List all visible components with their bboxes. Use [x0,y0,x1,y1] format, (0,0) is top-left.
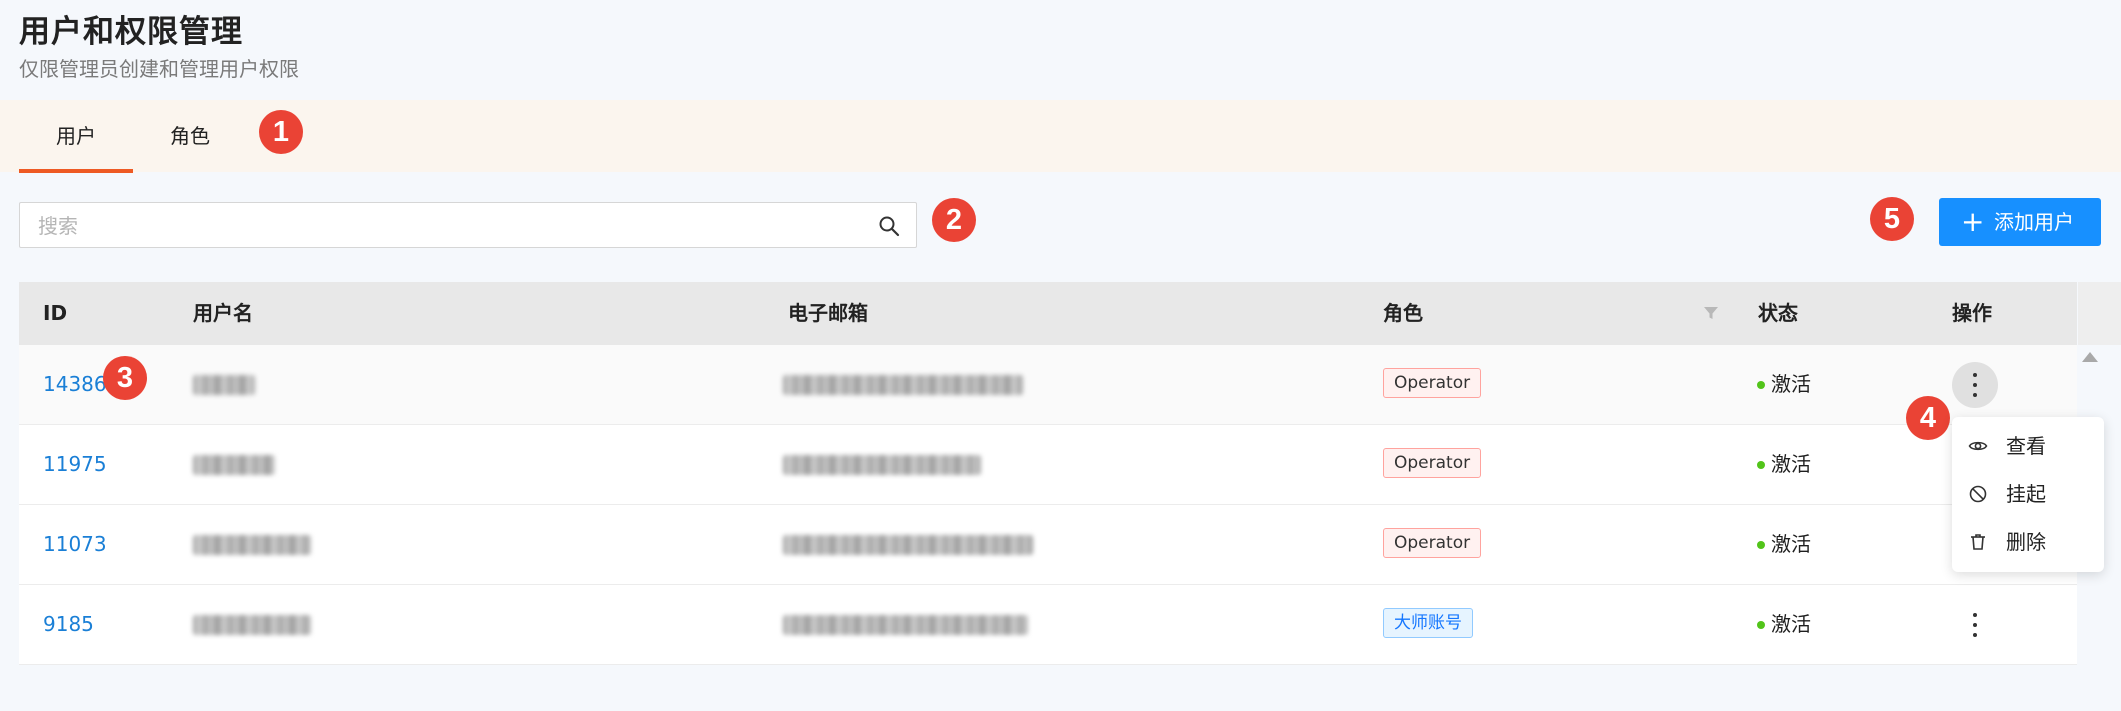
menu-item-suspend[interactable]: 挂起 [1952,471,2104,517]
menu-item-view[interactable]: 查看 [1952,423,2104,469]
plus-icon: + [1961,205,1985,238]
annotation-badge-5: 5 [1870,197,1914,241]
ban-icon [1969,485,1987,503]
user-id-link[interactable]: 14386 [43,345,107,424]
add-user-button[interactable]: + 添加用户 [1939,198,2101,246]
annotation-badge-2: 2 [932,198,976,242]
status-label: 激活 [1771,372,1811,396]
status-dot-icon [1757,381,1765,389]
filter-icon[interactable] [1703,305,1719,321]
table-row: 14386 Operator 激活 [19,345,2077,425]
trash-icon [1971,534,1985,550]
column-header-id: ID [43,301,68,325]
email-redacted [783,535,1033,555]
tab-users[interactable]: 用户 [19,100,133,172]
user-id-link[interactable]: 9185 [43,585,94,664]
role-tag: Operator [1383,448,1482,478]
menu-item-delete[interactable]: 删除 [1952,519,2104,565]
username-redacted [193,455,275,475]
username-redacted [193,535,311,555]
tab-roles[interactable]: 角色 [133,100,247,172]
eye-icon [1968,441,1988,451]
page-title: 用户和权限管理 [19,14,243,50]
column-header-actions: 操作 [1952,301,1992,325]
scroll-up-arrow-icon[interactable] [2082,352,2098,362]
status-dot-icon [1757,461,1765,469]
role-tag: Operator [1383,528,1482,558]
table-row: 11975 Operator 激活 [19,425,2077,505]
table-header: ID 用户名 电子邮箱 角色 状态 操作 [19,282,2077,345]
email-redacted [783,375,1023,395]
role-tag: 大师账号 [1383,608,1473,638]
menu-item-label: 挂起 [2006,482,2046,506]
email-redacted [783,455,981,475]
table-row: 11073 Operator 激活 [19,505,2077,585]
status-dot-icon [1757,621,1765,629]
search-input[interactable] [36,203,860,249]
search-icon[interactable] [878,215,900,237]
more-actions-button[interactable] [1952,602,1998,648]
add-user-label: 添加用户 [1994,210,2074,234]
search-box [19,202,917,249]
row-actions-menu: 查看 挂起 删除 [1952,417,2104,572]
status-label: 激活 [1771,452,1811,476]
scrollbar[interactable] [2078,282,2121,345]
more-actions-button[interactable] [1952,362,1998,408]
email-redacted [783,615,1028,635]
annotation-badge-4: 4 [1906,396,1950,440]
column-header-status: 状态 [1758,301,1798,325]
menu-item-label: 删除 [2006,530,2046,554]
username-redacted [193,375,255,395]
user-id-link[interactable]: 11073 [43,505,107,584]
status-dot-icon [1757,541,1765,549]
menu-item-label: 查看 [2006,434,2046,458]
username-redacted [193,615,311,635]
table-row: 9185 大师账号 激活 [19,585,2077,665]
status-label: 激活 [1771,612,1811,636]
tab-bar: 用户 角色 [0,100,2121,173]
column-header-role: 角色 [1383,301,1423,325]
active-tab-indicator [19,169,133,173]
user-id-link[interactable]: 11975 [43,425,107,504]
status-label: 激活 [1771,532,1811,556]
column-header-username: 用户名 [193,301,253,325]
page-subtitle: 仅限管理员创建和管理用户权限 [19,57,299,81]
annotation-badge-3: 3 [103,356,147,400]
role-tag: Operator [1383,368,1482,398]
column-header-email: 电子邮箱 [788,301,868,325]
annotation-badge-1: 1 [259,110,303,154]
